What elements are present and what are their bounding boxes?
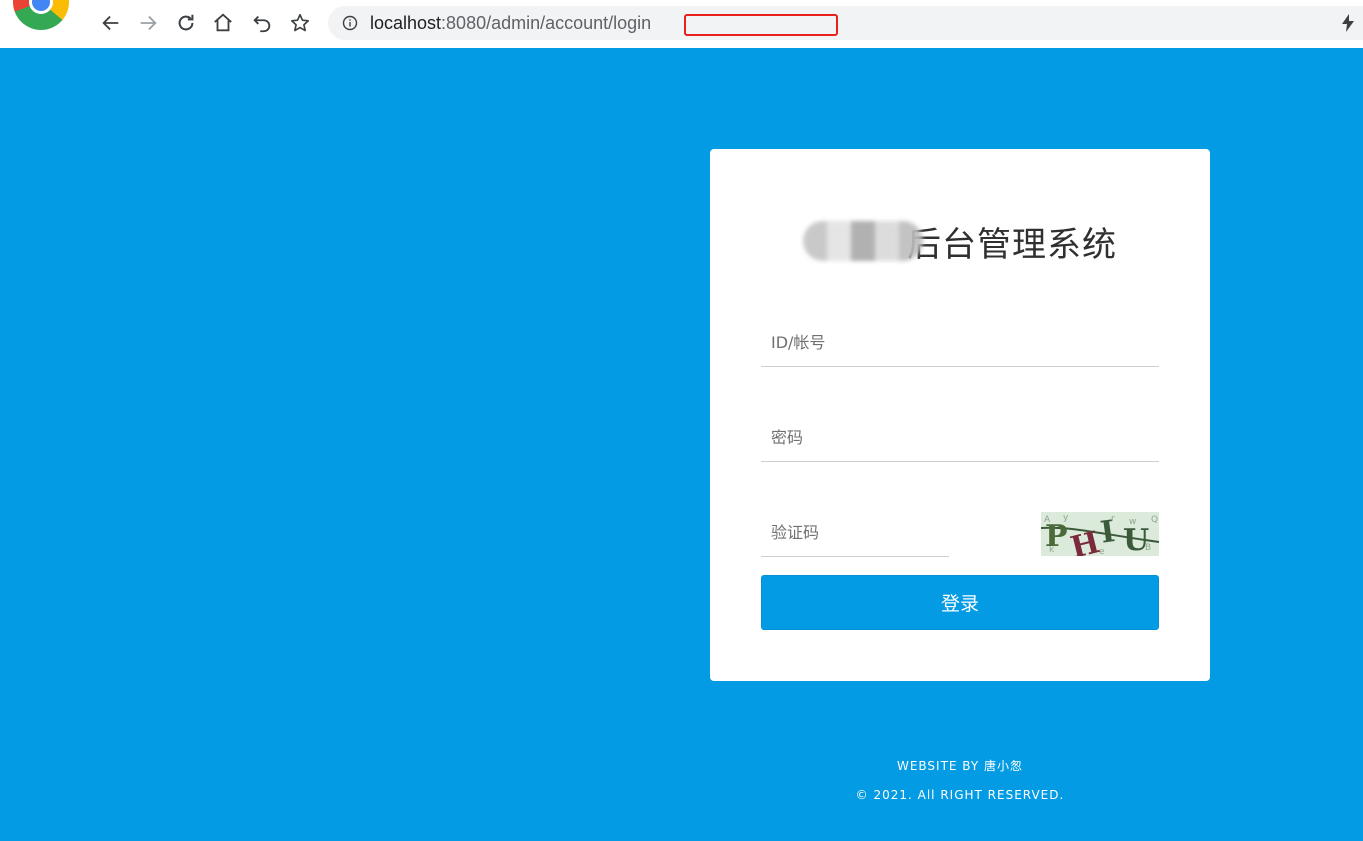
undo-button[interactable]: [249, 10, 275, 36]
username-input[interactable]: [761, 319, 1159, 367]
bookmark-button[interactable]: [287, 10, 313, 36]
svg-text:Q: Q: [1151, 515, 1158, 525]
home-button[interactable]: [210, 10, 236, 36]
password-input[interactable]: [761, 414, 1159, 462]
address-bar[interactable]: localhost:8080/admin/account/login: [328, 6, 1363, 40]
forward-button[interactable]: [135, 10, 161, 36]
footer-credit: WEBSITE BY 唐小怱: [896, 759, 1024, 773]
captcha-svg: Ayr Qk B ew P H I U: [1041, 513, 1159, 556]
captcha-char-4: U: [1123, 523, 1149, 556]
login-title: 后台管理系统: [710, 213, 1210, 269]
footer-copyright: © 2021. All RIGHT RESERVED.: [855, 788, 1065, 802]
redaction-box: [684, 14, 838, 36]
forward-icon: [140, 15, 157, 31]
captcha-char-1: P: [1045, 519, 1068, 554]
captcha-image[interactable]: Ayr QkB ew P H I U: [1041, 512, 1159, 556]
reload-button[interactable]: [173, 10, 199, 36]
url-path: :8080/admin/account/login: [441, 13, 652, 33]
title-text: 后台管理系统: [907, 224, 1117, 265]
reload-icon: [178, 14, 194, 31]
browser-logo-icon: [13, 0, 69, 30]
back-icon: [102, 15, 119, 31]
back-button[interactable]: [98, 10, 124, 36]
browser-toolbar: localhost:8080/admin/account/login: [0, 0, 1363, 48]
undo-icon: [253, 15, 271, 33]
star-icon: [290, 13, 310, 32]
url-host: localhost: [370, 13, 442, 33]
captcha-char-2: H: [1067, 525, 1103, 556]
url-text[interactable]: localhost:8080/admin/account/login: [370, 13, 651, 33]
login-button[interactable]: 登录: [761, 575, 1159, 630]
captcha-input[interactable]: [761, 509, 949, 557]
home-icon: [214, 13, 232, 32]
login-card: 后台管理系统 Ayr QkB ew P H I U 登录: [710, 149, 1210, 681]
info-icon[interactable]: [342, 15, 358, 31]
blurred-title-prefix: [803, 221, 923, 261]
lightning-icon[interactable]: [1341, 14, 1355, 32]
